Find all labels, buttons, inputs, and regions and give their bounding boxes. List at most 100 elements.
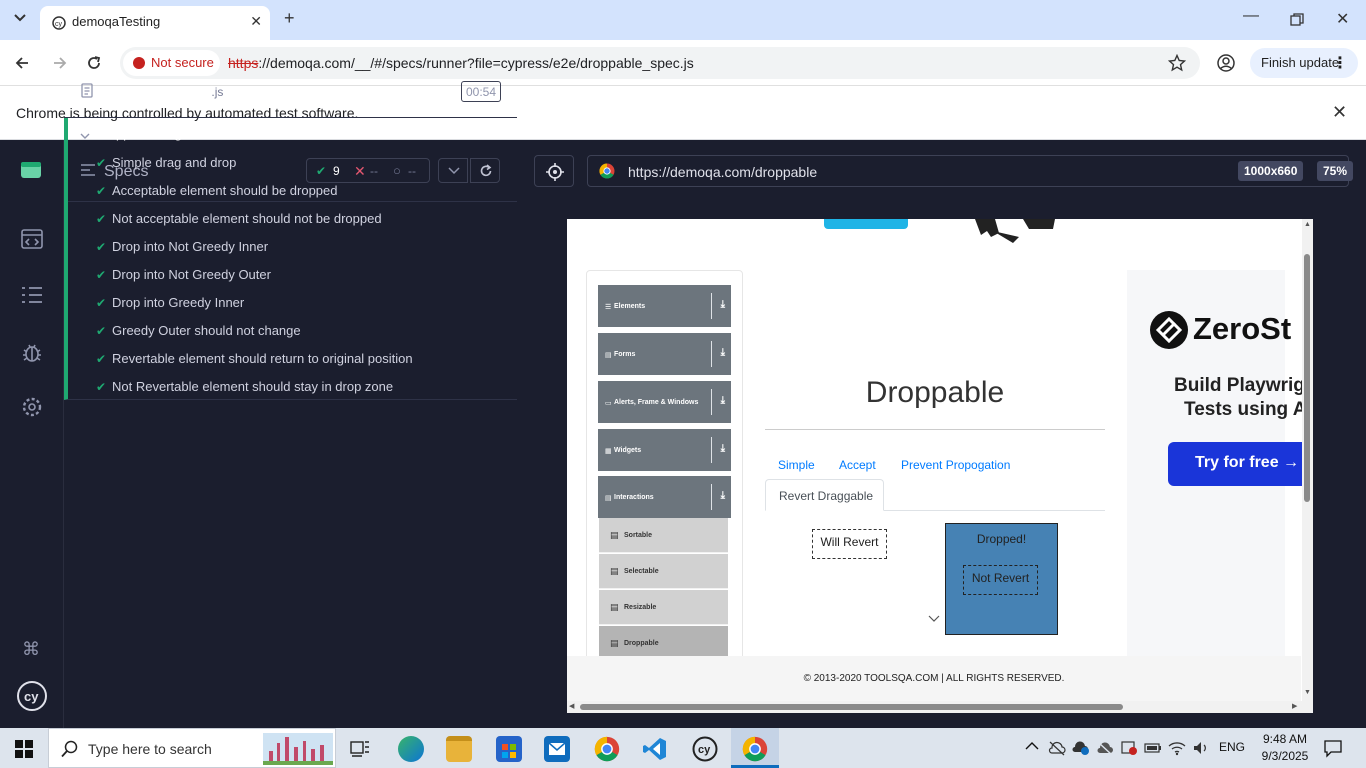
test-row[interactable]: Drop into Greedy Inner: [112, 295, 244, 310]
test-row[interactable]: Simple drag and drop: [112, 155, 236, 170]
sidebar-group-widgets[interactable]: ▦ Widgets ⤓: [598, 429, 731, 471]
pass-check-icon: ✔: [96, 352, 107, 366]
spec-file-basename: droppable_spec: [104, 83, 212, 99]
cypress-app-icon[interactable]: [20, 160, 42, 180]
sidebar-item-sortable[interactable]: ▤ Sortable: [599, 518, 728, 553]
restore-icon[interactable]: [1290, 13, 1304, 27]
will-revert-draggable[interactable]: Will Revert: [812, 529, 887, 559]
minimize-icon[interactable]: —: [1243, 7, 1259, 25]
scroll-left-arrow-icon[interactable]: ◀: [569, 702, 574, 710]
suite-collapse-chevron-icon[interactable]: [80, 132, 90, 140]
task-view-icon[interactable]: [350, 738, 370, 758]
search-highlight-image: [263, 733, 333, 765]
cloud-offline-icon[interactable]: [1048, 740, 1066, 756]
window-close-icon[interactable]: ✕: [1336, 9, 1349, 29]
new-tab-icon[interactable]: +: [284, 8, 295, 29]
horizontal-scrollbar[interactable]: ◀ ▶: [567, 701, 1313, 713]
sidebar-group-elements[interactable]: ☰ Elements ⤓: [598, 285, 731, 327]
notifications-icon[interactable]: [1323, 738, 1343, 758]
runs-icon[interactable]: [21, 229, 43, 249]
keyboard-shortcuts-icon[interactable]: ⌘: [22, 639, 40, 660]
edge-browser-icon[interactable]: [398, 736, 424, 762]
advertisement[interactable]: ZeroSt Build Playwrig Tests using A Try …: [1127, 270, 1308, 660]
cloud-sync-off-icon[interactable]: [1096, 740, 1114, 756]
taskbar-search-box[interactable]: Type here to search: [48, 728, 336, 768]
chrome-logo-icon: [599, 163, 615, 179]
selector-playground-button[interactable]: [534, 155, 574, 187]
sidebar-item-resizable[interactable]: ▤ Resizable: [599, 590, 728, 625]
vscode-icon[interactable]: [642, 736, 668, 762]
cypress-logo-icon[interactable]: cy: [16, 680, 48, 712]
back-icon[interactable]: [14, 55, 30, 71]
cypress-taskbar-icon[interactable]: cy: [692, 736, 718, 762]
wifi-icon[interactable]: [1168, 740, 1186, 756]
finish-update-button[interactable]: Finish update ⋮: [1250, 48, 1358, 78]
tab-close-icon[interactable]: ✕: [250, 13, 262, 30]
microsoft-store-icon[interactable]: [496, 736, 522, 762]
test-row[interactable]: Greedy Outer should not change: [112, 323, 301, 338]
debug-bug-icon[interactable]: [21, 341, 43, 363]
svg-text:cy: cy: [698, 744, 711, 756]
drop-zone[interactable]: Dropped! Not Revert: [945, 523, 1058, 635]
test-row[interactable]: Not Revertable element should stay in dr…: [112, 379, 393, 394]
test-row[interactable]: Not acceptable element should not be dro…: [112, 211, 382, 226]
vertical-scrollbar[interactable]: ▲ ▼: [1302, 219, 1313, 701]
drop-zone-label: Dropped!: [976, 532, 1027, 546]
toolsqa-gear-icon: [973, 219, 1057, 245]
language-indicator[interactable]: ENG: [1219, 740, 1245, 754]
mail-icon[interactable]: [544, 736, 570, 762]
test-row[interactable]: Acceptable element should be dropped: [112, 183, 338, 198]
tab-revert-draggable[interactable]: Revert Draggable: [765, 479, 884, 511]
tab-accept[interactable]: Accept: [839, 458, 876, 472]
volume-icon[interactable]: [1192, 740, 1210, 756]
widgets-grid-icon: ▦: [605, 448, 612, 455]
tray-overflow-chevron-icon[interactable]: [1025, 741, 1039, 751]
sidebar-group-alerts[interactable]: ▭ Alerts, Frame & Windows ⤓: [598, 381, 731, 423]
windows-start-icon[interactable]: [15, 740, 33, 758]
zoom-badge[interactable]: 75%: [1317, 161, 1354, 181]
scroll-down-arrow-icon[interactable]: ▼: [1304, 689, 1311, 696]
onedrive-info-icon[interactable]: [1072, 740, 1090, 756]
profile-icon[interactable]: [1216, 53, 1236, 73]
sidebar-item-selectable[interactable]: ▤ Selectable: [599, 554, 728, 589]
svg-text:cy: cy: [24, 689, 39, 704]
test-row[interactable]: Drop into Not Greedy Inner: [112, 239, 268, 254]
expand-arrow-icon: ⤓: [720, 490, 725, 501]
infobar-close-icon[interactable]: ✕: [1332, 102, 1347, 123]
settings-gear-icon[interactable]: [21, 396, 43, 418]
scroll-up-arrow-icon[interactable]: ▲: [1304, 221, 1311, 228]
sidebar-group-forms[interactable]: ▤ Forms ⤓: [598, 333, 731, 375]
ad-brand: ZeroSt: [1193, 311, 1292, 346]
ad-cta-button[interactable]: Try for free →: [1168, 442, 1308, 486]
spec-file-row[interactable]: droppable_spec.js 00:54: [64, 62, 517, 118]
specs-list-icon[interactable]: [21, 286, 43, 304]
html-file-icon: ▤: [610, 566, 619, 576]
pass-check-icon: ✔: [96, 156, 107, 170]
aut-iframe: ☰ Elements ⤓ ▤ Forms ⤓ ▭ Alerts, Frame & Wind…: [567, 219, 1313, 713]
chrome-taskbar-icon[interactable]: [594, 736, 620, 762]
not-revert-draggable[interactable]: Not Revert: [963, 565, 1038, 595]
pass-check-icon: ✔: [96, 380, 107, 394]
test-row[interactable]: Revertable element should return to orig…: [112, 351, 413, 366]
test-row[interactable]: Drop into Not Greedy Outer: [112, 267, 271, 282]
security-alert-icon[interactable]: [1120, 740, 1138, 756]
sidebar-group-interactions[interactable]: ▤ Interactions ⤓: [598, 476, 731, 518]
suite-title[interactable]: Droppable Page Tests: [95, 126, 223, 141]
tab-search-icon[interactable]: [12, 9, 28, 25]
scroll-right-arrow-icon[interactable]: ▶: [1292, 702, 1297, 710]
horizontal-scroll-thumb[interactable]: [580, 704, 1123, 710]
viewport-size-badge[interactable]: 1000x660: [1238, 161, 1304, 181]
clock-time: 9:48 AM: [1262, 732, 1308, 746]
bookmark-star-icon[interactable]: [1168, 54, 1186, 72]
scroll-down-chevron-icon[interactable]: [928, 615, 940, 623]
tab-simple[interactable]: Simple: [778, 458, 815, 472]
tabs-divider: [884, 510, 1105, 511]
browser-tab[interactable]: cy demoqaTesting ✕: [40, 6, 270, 40]
file-explorer-icon[interactable]: [446, 736, 472, 762]
vertical-scroll-thumb[interactable]: [1304, 254, 1310, 502]
chrome-active-taskbar-button[interactable]: [731, 728, 779, 768]
tab-prevent-propogation[interactable]: Prevent Propogation: [901, 458, 1010, 472]
battery-icon[interactable]: [1144, 741, 1162, 755]
aut-url-bar[interactable]: https://demoqa.com/droppable 1000x660 75…: [587, 155, 1354, 187]
clock[interactable]: 9:48 AM 9/3/2025: [1255, 731, 1315, 765]
